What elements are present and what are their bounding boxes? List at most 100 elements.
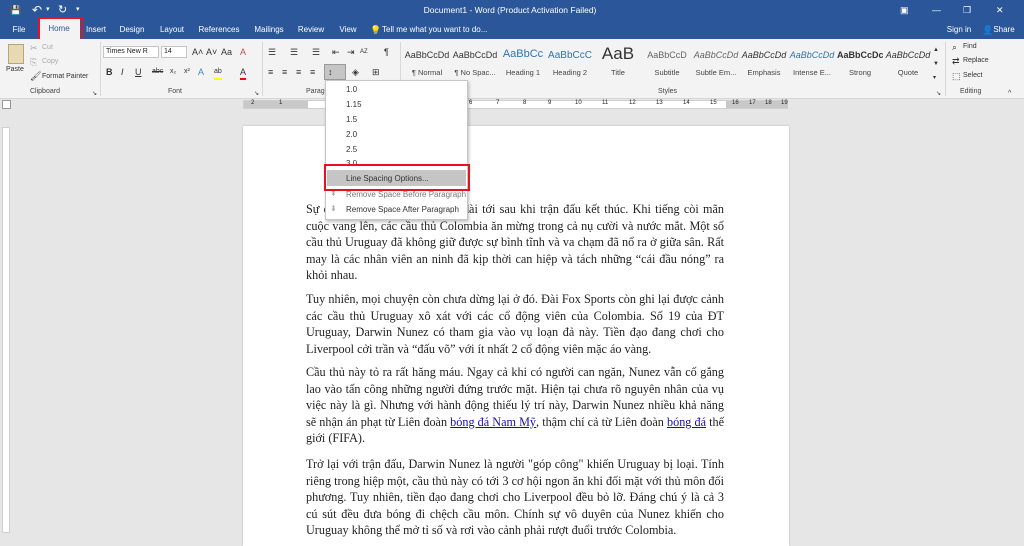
tab-insert[interactable]: Insert bbox=[82, 21, 110, 39]
line-spacing-icon: ↕ bbox=[328, 67, 333, 77]
styles-more-icon[interactable]: ▾ bbox=[933, 72, 936, 84]
tab-layout[interactable]: Layout bbox=[156, 21, 188, 39]
show-hide-icon[interactable]: ¶ bbox=[384, 46, 389, 58]
superscript-icon[interactable]: x² bbox=[184, 66, 190, 78]
style-subtitle[interactable]: AaBbCcD Subtitle bbox=[643, 42, 691, 84]
close-icon[interactable]: ✕ bbox=[996, 4, 1004, 16]
subscript-icon[interactable]: x₂ bbox=[170, 66, 176, 78]
minimize-icon[interactable]: — bbox=[932, 4, 941, 16]
link-bong-da[interactable]: bóng đá bbox=[667, 415, 706, 429]
shading-icon[interactable]: ◈ bbox=[352, 66, 359, 78]
borders-icon[interactable]: ⊞ bbox=[372, 66, 380, 78]
style-label: ¶ Normal bbox=[411, 68, 443, 77]
vertical-ruler[interactable] bbox=[2, 127, 10, 533]
underline-icon[interactable]: U bbox=[135, 66, 142, 78]
style-strong[interactable]: AaBbCcDc Strong bbox=[837, 42, 883, 84]
strikethrough-icon[interactable]: abc bbox=[152, 66, 163, 78]
style-label: Emphasis bbox=[747, 68, 781, 77]
paste-button[interactable]: Paste bbox=[6, 66, 24, 73]
line-spacing-1-15[interactable]: 1.15 bbox=[346, 100, 362, 109]
styles-scroll-down-icon[interactable]: ▼ bbox=[933, 58, 939, 70]
select-button[interactable]: Select bbox=[963, 72, 982, 79]
tab-file[interactable]: File bbox=[6, 21, 32, 39]
style-label: Subtle Em... bbox=[695, 68, 737, 77]
sign-in-link[interactable]: Sign in bbox=[944, 21, 974, 39]
cut-button[interactable]: Cut bbox=[42, 44, 53, 51]
line-spacing-1-0[interactable]: 1.0 bbox=[346, 85, 357, 94]
multilevel-list-icon[interactable]: ☰ bbox=[312, 46, 320, 58]
ruler-tick: 14 bbox=[683, 100, 690, 106]
tell-me-input[interactable]: Tell me what you want to do... bbox=[382, 21, 494, 39]
copy-button[interactable]: Copy bbox=[42, 58, 58, 65]
customize-qat-icon[interactable]: ▾ bbox=[76, 4, 80, 16]
align-left-icon[interactable]: ≡ bbox=[268, 66, 273, 78]
ruler-tick: 17 bbox=[749, 100, 756, 106]
font-name-combo[interactable]: Times New R bbox=[103, 46, 159, 58]
font-group-label: Font bbox=[168, 88, 183, 95]
style-normal[interactable]: AaBbCcDd ¶ Normal bbox=[404, 42, 450, 84]
window-title: Document1 - Word (Product Activation Fai… bbox=[423, 5, 597, 15]
style-no-spacing[interactable]: AaBbCcDd ¶ No Spac... bbox=[451, 42, 499, 84]
numbering-icon[interactable]: ☰ bbox=[290, 46, 298, 58]
group-separator bbox=[262, 42, 263, 96]
share-button[interactable]: Share bbox=[991, 21, 1017, 39]
grow-font-icon[interactable]: A˄ bbox=[192, 46, 203, 58]
style-title[interactable]: AaB Title bbox=[594, 42, 642, 84]
decrease-indent-icon[interactable]: ⇤ bbox=[332, 46, 340, 58]
font-size-combo[interactable]: 14 bbox=[161, 46, 187, 58]
tab-review[interactable]: Review bbox=[296, 21, 326, 39]
remove-space-after-item[interactable]: Remove Space After Paragraph bbox=[346, 205, 459, 214]
tab-selector[interactable] bbox=[2, 100, 11, 109]
style-subtle-emphasis[interactable]: AaBbCcDd Subtle Em... bbox=[692, 42, 740, 84]
style-heading-2[interactable]: AaBbCcC Heading 2 bbox=[547, 42, 593, 84]
undo-icon[interactable]: ↶ bbox=[32, 4, 42, 16]
style-label: Heading 2 bbox=[552, 68, 588, 77]
italic-icon[interactable]: I bbox=[121, 66, 124, 78]
bold-icon[interactable]: B bbox=[106, 66, 113, 78]
style-heading-1[interactable]: AaBbCc Heading 1 bbox=[500, 42, 546, 84]
highlight-color-icon[interactable]: ab bbox=[214, 66, 222, 80]
ruler-tick: 1 bbox=[279, 100, 283, 106]
paragraph-2[interactable]: Tuy nhiên, mọi chuyện còn chưa dừng lại … bbox=[306, 291, 724, 357]
remove-space-before-item[interactable]: Remove Space Before Paragraph bbox=[346, 190, 466, 199]
tab-mailings[interactable]: Mailings bbox=[250, 21, 288, 39]
line-spacing-2-0[interactable]: 2.0 bbox=[346, 130, 357, 139]
tab-view[interactable]: View bbox=[336, 21, 360, 39]
line-spacing-2-5[interactable]: 2.5 bbox=[346, 145, 357, 154]
increase-indent-icon[interactable]: ⇥ bbox=[347, 46, 355, 58]
style-preview: AaBbCcDd bbox=[741, 50, 787, 60]
replace-button[interactable]: Replace bbox=[963, 57, 989, 64]
text-effects-icon[interactable]: A bbox=[198, 66, 204, 78]
find-icon: ⌕ bbox=[952, 42, 958, 52]
clear-formatting-icon[interactable]: A bbox=[240, 46, 246, 58]
link-bong-da-nam-my[interactable]: bóng đá Nam Mỹ bbox=[450, 415, 536, 429]
restore-icon[interactable]: ❐ bbox=[963, 4, 971, 16]
paragraph-3[interactable]: Cầu thủ này tỏ ra rất hăng máu. Ngay cả … bbox=[306, 364, 724, 447]
style-quote[interactable]: AaBbCcDd Quote bbox=[884, 42, 932, 84]
align-center-icon[interactable]: ≡ bbox=[282, 66, 287, 78]
justify-icon[interactable]: ≡ bbox=[310, 66, 315, 78]
shrink-font-icon[interactable]: A˅ bbox=[206, 46, 217, 58]
paragraph-4[interactable]: Trở lại với trận đấu, Darwin Nunez là ng… bbox=[306, 456, 724, 539]
sort-icon[interactable]: AZ bbox=[360, 46, 368, 58]
undo-dropdown-icon[interactable]: ▾ bbox=[46, 4, 50, 16]
find-button[interactable]: Find bbox=[963, 43, 977, 50]
styles-group-label: Styles bbox=[658, 88, 678, 95]
ribbon-display-options-icon[interactable]: ▣ bbox=[900, 4, 909, 16]
tab-references[interactable]: References bbox=[196, 21, 242, 39]
style-emphasis[interactable]: AaBbCcDd Emphasis bbox=[741, 42, 787, 84]
format-painter-button[interactable]: Format Painter bbox=[42, 73, 88, 80]
line-spacing-1-5[interactable]: 1.5 bbox=[346, 115, 357, 124]
align-right-icon[interactable]: ≡ bbox=[296, 66, 301, 78]
change-case-icon[interactable]: Aa bbox=[221, 46, 232, 58]
title-bar: 💾 ↶ ▾ ↻ ▾ Document1 - Word (Product Acti… bbox=[0, 0, 1024, 21]
tab-design[interactable]: Design bbox=[116, 21, 148, 39]
save-icon[interactable]: 💾 bbox=[10, 4, 21, 16]
copy-icon: ⎘ bbox=[30, 57, 38, 67]
style-intense-emphasis[interactable]: AaBbCcDd Intense E... bbox=[788, 42, 836, 84]
redo-icon[interactable]: ↻ bbox=[58, 4, 67, 16]
styles-scroll-up-icon[interactable]: ▲ bbox=[933, 44, 939, 56]
bullets-icon[interactable]: ☰ bbox=[268, 46, 276, 58]
font-color-icon[interactable]: A bbox=[240, 66, 247, 80]
paste-clipboard-icon[interactable] bbox=[8, 44, 24, 64]
